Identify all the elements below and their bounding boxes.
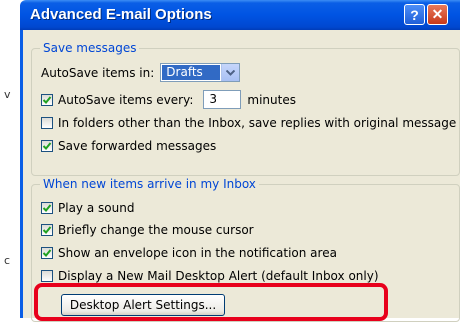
background-text-fragment: c bbox=[4, 254, 11, 267]
dialog-body: Save messages AutoSave items in: Drafts … bbox=[20, 30, 460, 322]
close-icon: ✕ bbox=[431, 6, 444, 22]
save-replies-row: In folders other than the Inbox, save re… bbox=[41, 116, 456, 130]
save-replies-label: In folders other than the Inbox, save re… bbox=[58, 116, 457, 130]
autosave-folder-select[interactable]: Drafts bbox=[160, 63, 241, 82]
save-forwarded-label: Save forwarded messages bbox=[58, 139, 217, 153]
play-sound-row: Play a sound bbox=[41, 201, 134, 215]
background-text-fragment: v bbox=[4, 88, 11, 101]
desktop-alert-row: Display a New Mail Desktop Alert (defaul… bbox=[41, 269, 379, 283]
change-cursor-checkbox[interactable] bbox=[41, 224, 53, 236]
save-messages-group: Save messages AutoSave items in: Drafts … bbox=[31, 41, 460, 176]
checkmark-icon bbox=[42, 142, 52, 150]
help-icon: ? bbox=[410, 6, 419, 23]
checkmark-icon bbox=[42, 95, 52, 104]
checkmark-icon bbox=[42, 249, 52, 257]
help-button[interactable]: ? bbox=[404, 4, 425, 25]
close-button[interactable]: ✕ bbox=[427, 4, 448, 25]
autosave-folder-label: AutoSave items in: bbox=[41, 65, 155, 80]
save-forwarded-row: Save forwarded messages bbox=[41, 139, 216, 153]
title-bar[interactable]: Advanced E-mail Options ? ✕ bbox=[20, 0, 460, 30]
autosave-folder-value: Drafts bbox=[162, 65, 221, 80]
envelope-icon-row: Show an envelope icon in the notificatio… bbox=[41, 246, 337, 260]
checkmark-icon bbox=[42, 226, 52, 234]
highlight-annotation bbox=[34, 283, 388, 321]
play-sound-label: Play a sound bbox=[58, 201, 135, 215]
autosave-folder-row: AutoSave items in: Drafts bbox=[41, 63, 241, 82]
save-forwarded-checkbox[interactable] bbox=[41, 140, 53, 152]
save-messages-legend: Save messages bbox=[40, 41, 140, 55]
checkmark-icon bbox=[42, 204, 52, 212]
autosave-interval-label: AutoSave items every: bbox=[58, 92, 194, 107]
autosave-interval-row: AutoSave items every: 3 minutes bbox=[41, 90, 296, 109]
background-window-edge: v c bbox=[0, 0, 22, 318]
new-items-legend: When new items arrive in my Inbox bbox=[40, 177, 259, 191]
desktop-alert-checkbox[interactable] bbox=[41, 270, 53, 282]
advanced-email-options-dialog: Advanced E-mail Options ? ✕ Save message… bbox=[20, 0, 460, 322]
play-sound-checkbox[interactable] bbox=[41, 202, 53, 214]
chevron-down-icon[interactable] bbox=[221, 64, 240, 81]
autosave-interval-checkbox[interactable] bbox=[41, 93, 53, 106]
envelope-icon-checkbox[interactable] bbox=[41, 247, 53, 259]
envelope-icon-label: Show an envelope icon in the notificatio… bbox=[58, 246, 337, 260]
change-cursor-label: Briefly change the mouse cursor bbox=[58, 223, 254, 237]
change-cursor-row: Briefly change the mouse cursor bbox=[41, 223, 254, 237]
desktop-alert-label: Display a New Mail Desktop Alert (defaul… bbox=[58, 269, 379, 283]
save-replies-checkbox[interactable] bbox=[41, 117, 53, 129]
autosave-minutes-input[interactable]: 3 bbox=[203, 90, 242, 109]
dialog-title: Advanced E-mail Options bbox=[30, 6, 212, 23]
autosave-minutes-unit: minutes bbox=[247, 92, 296, 107]
